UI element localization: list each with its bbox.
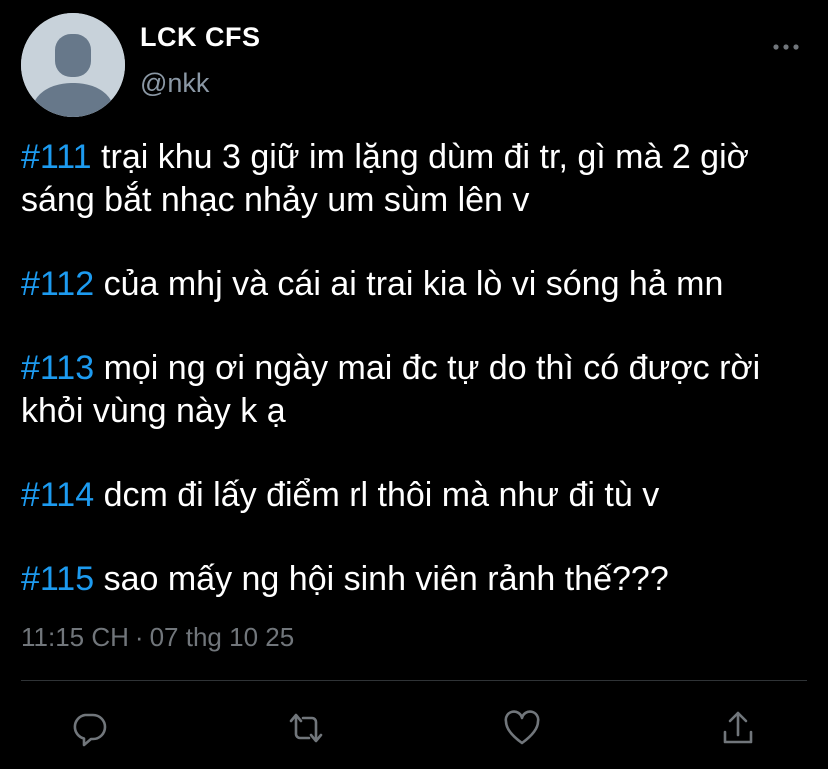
tweet-time: 11:15 CH [21,622,129,652]
confession-114: #114 dcm đi lấy điểm rl thôi mà như đi t… [21,474,811,517]
tweet-timestamp[interactable]: 11:15 CH · 07 thg 10 25 [21,622,294,653]
confession-111: #111 trại khu 3 giữ im lặng dùm đi tr, g… [21,136,811,222]
hashtag-link[interactable]: #114 [21,476,94,514]
author-handle[interactable]: @nkk [140,68,209,99]
divider [21,680,807,681]
like-icon[interactable] [500,706,544,750]
share-icon[interactable] [716,706,760,750]
hashtag-link[interactable]: #113 [21,349,94,387]
reply-icon[interactable] [67,706,111,750]
confession-text: sao mấy ng hội sinh viên rảnh thế??? [103,560,669,598]
confession-text: của mhj và cái ai trai kia lò vi sóng hả… [103,265,724,303]
tweet-date: 07 thg 10 25 [149,622,295,652]
more-horizontal-icon[interactable] [770,34,802,60]
author-display-name[interactable]: LCK CFS [140,22,261,53]
confession-text: dcm đi lấy điểm rl thôi mà như đi tù v [103,476,660,514]
hashtag-link[interactable]: #115 [21,560,94,598]
hashtag-link[interactable]: #111 [21,138,92,176]
confession-text: mọi ng ơi ngày mai đc tự do thì có được … [21,349,761,430]
meta-separator: · [134,622,144,652]
confession-113: #113 mọi ng ơi ngày mai đc tự do thì có … [21,347,811,433]
confession-text: trại khu 3 giữ im lặng dùm đi tr, gì mà … [21,138,749,219]
confession-115: #115 sao mấy ng hội sinh viên rảnh thế??… [21,558,811,601]
retweet-icon[interactable] [284,706,328,750]
hashtag-link[interactable]: #112 [21,265,94,303]
tweet-body: #111 trại khu 3 giữ im lặng dùm đi tr, g… [21,136,811,601]
confession-112: #112 của mhj và cái ai trai kia lò vi só… [21,263,811,306]
tweet: LCK CFS @nkk #111 trại khu 3 giữ im lặng… [0,0,828,769]
default-avatar-icon[interactable] [21,13,125,117]
